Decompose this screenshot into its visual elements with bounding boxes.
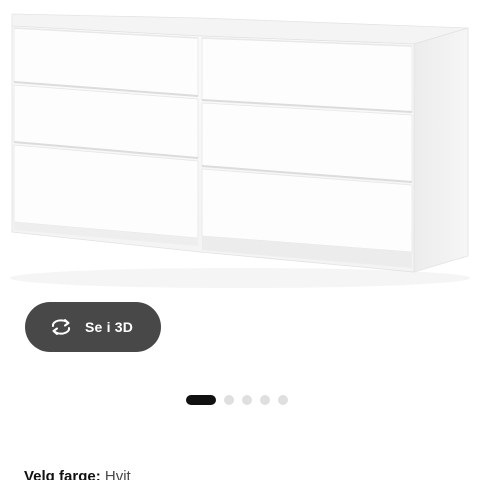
product-page: Se i 3D Velg farge: Hvit bbox=[0, 0, 480, 480]
image-carousel-pagination bbox=[186, 395, 296, 405]
carousel-dot-2[interactable] bbox=[224, 395, 234, 405]
product-image[interactable] bbox=[0, 0, 480, 300]
color-selector-label: Velg farge: bbox=[24, 468, 101, 480]
color-selector[interactable]: Velg farge: Hvit bbox=[24, 468, 131, 480]
view-in-3d-button[interactable]: Se i 3D bbox=[25, 302, 161, 352]
carousel-dot-3[interactable] bbox=[242, 395, 252, 405]
carousel-dot-4[interactable] bbox=[260, 395, 270, 405]
carousel-dot-1[interactable] bbox=[186, 395, 216, 405]
view-in-3d-label: Se i 3D bbox=[85, 319, 134, 335]
rotate-3d-icon bbox=[47, 317, 75, 337]
color-selector-value: Hvit bbox=[104, 468, 131, 480]
carousel-dot-5[interactable] bbox=[278, 395, 288, 405]
